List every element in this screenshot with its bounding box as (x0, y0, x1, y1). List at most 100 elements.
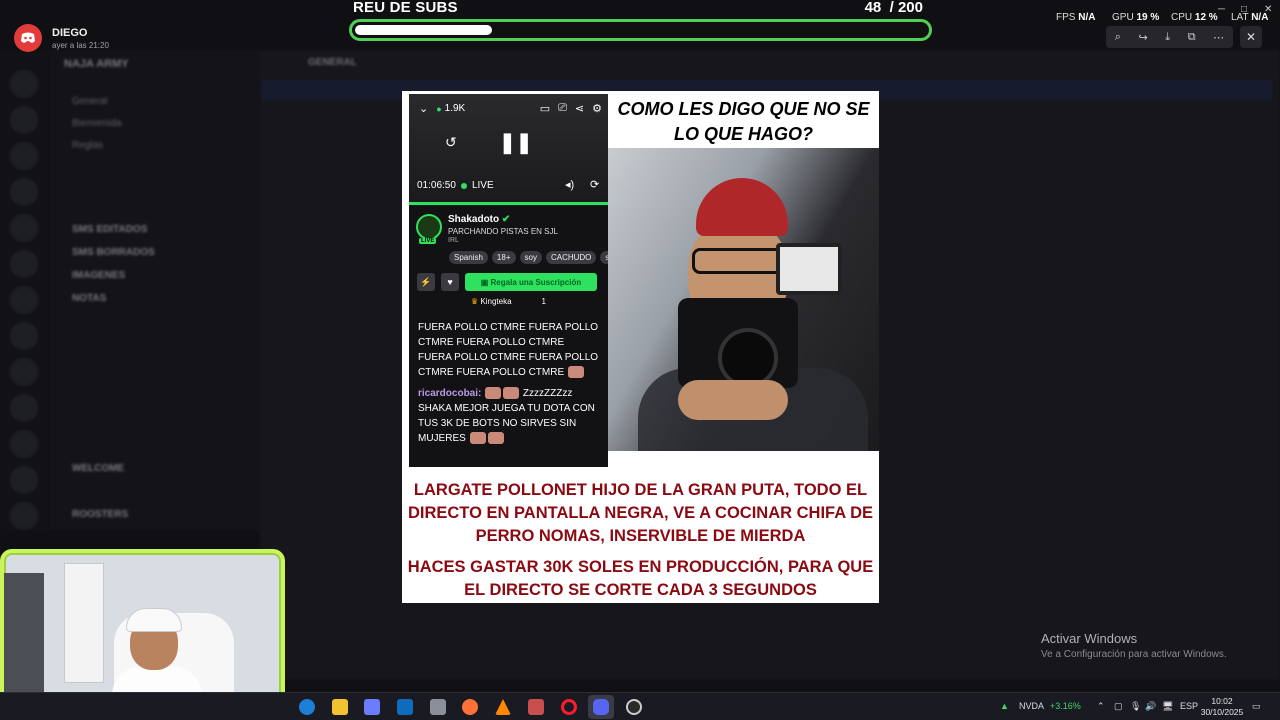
discord-notification[interactable]: DIEGO ayer a las 21:20 (14, 24, 109, 52)
volume-icon[interactable]: ◂) (565, 178, 574, 191)
chat-message: ricardocobai: ZzzzZZZzz SHAKA MEJOR JUEG… (418, 386, 600, 446)
channel-item[interactable]: IMAGENES (72, 270, 125, 281)
taskbar-clock[interactable]: 10:02 30/10/2025 (1200, 696, 1244, 718)
tag-chip[interactable]: CACHUDO (545, 251, 597, 264)
server-icon[interactable] (10, 358, 38, 386)
more-icon[interactable]: ⋯ (1213, 31, 1224, 44)
rotate-icon[interactable]: ⟳ (590, 178, 599, 191)
discord-icon (14, 24, 42, 52)
stream-actions: ⚡ ♥ ▣ Regala una Suscripción (417, 273, 597, 291)
opera-icon[interactable] (561, 699, 577, 715)
server-icon[interactable] (10, 466, 38, 494)
cast-icon[interactable]: ⎚ (558, 102, 567, 115)
mic-icon[interactable]: 🎙 (1130, 701, 1141, 712)
chevron-up-icon[interactable]: ⌃ (1097, 701, 1105, 712)
close-window-icon[interactable]: ✕ (1264, 4, 1272, 15)
share-icon[interactable]: ⋖ (575, 102, 584, 115)
server-icon[interactable] (10, 322, 38, 350)
channel-item[interactable]: General (72, 96, 108, 107)
clock-time: 10:02 (1211, 696, 1233, 706)
discord-taskbar-icon[interactable] (593, 699, 609, 715)
server-icon[interactable] (10, 430, 38, 458)
chat-messages: FUERA POLLO CTMRE FUERA POLLO CTMRE FUER… (418, 320, 600, 446)
emote-icon (469, 432, 486, 445)
pause-icon[interactable]: ❚❚ (499, 130, 533, 155)
stream-progress-line (409, 202, 608, 205)
pinned-user: Kingteka (480, 297, 512, 306)
meme-image: ⌄ ● 1.9K ▭ ⎚ ⋖ ⚙ ↺ ❚❚ 01:06:50 LIVE ◂) ⟳ (402, 91, 879, 603)
server-icon[interactable] (10, 106, 38, 134)
channel-item[interactable]: WELCOME (72, 463, 124, 474)
channel-item[interactable]: NOTAS (72, 293, 106, 304)
stock-symbol[interactable]: NVDA (1019, 701, 1044, 711)
stock-change: +3.16% (1050, 701, 1081, 711)
forward-icon[interactable]: ↪ (1139, 31, 1148, 44)
screen: NAJA ARMY General Bienvenida Reglas SMS … (0, 0, 1280, 720)
file-explorer-icon[interactable] (332, 699, 348, 715)
heart-icon[interactable]: ♥ (441, 273, 459, 291)
tag-chip[interactable]: soy (519, 251, 542, 264)
channel-item[interactable]: ROOSTERS (72, 509, 128, 520)
streamer-info[interactable]: LIVE Shakadoto ✔ PARCHANDO PISTAS EN SJL… (416, 214, 558, 244)
edge-icon[interactable] (299, 699, 315, 715)
server-icon[interactable] (10, 178, 38, 206)
emote-icon (487, 432, 504, 445)
meme-caption-bottom-2: HACES GASTAR 30K SOLES EN PRODUCCIÓN, PA… (407, 558, 874, 599)
close-icon[interactable]: ✕ (1240, 26, 1262, 48)
viewers-value: 1.9K (444, 103, 466, 114)
live-indicator: 01:06:50 LIVE (417, 180, 494, 191)
app-icon[interactable] (430, 699, 446, 715)
download-icon[interactable]: ⤓ (1165, 31, 1170, 44)
channel-item[interactable]: Reglas (72, 140, 103, 151)
vlc-icon[interactable] (495, 699, 511, 715)
theatre-icon[interactable]: ▭ (540, 102, 550, 115)
settings-icon[interactable]: ⚙ (592, 102, 602, 115)
server-icon[interactable] (10, 214, 38, 242)
gpu-value: 19 % (1136, 12, 1160, 23)
tray-app-icon[interactable]: ▢ (1114, 701, 1123, 712)
tag-chip[interactable]: Spanish (449, 251, 488, 264)
photo-light-panel (776, 243, 842, 295)
chat-username[interactable]: ricardocobai: (418, 388, 481, 399)
volume-tray-icon[interactable]: 🔊 (1145, 701, 1156, 712)
outlook-icon[interactable] (397, 699, 413, 715)
store-icon[interactable] (364, 699, 380, 715)
sub-goal-title: REU DE SUBS (353, 0, 458, 16)
network-icon[interactable]: 🖥 (1162, 701, 1173, 712)
channel-item[interactable]: SMS BORRADOS (72, 247, 155, 258)
obs-icon[interactable] (626, 699, 642, 715)
streamer-name[interactable]: Shakadoto (448, 214, 499, 225)
server-name[interactable]: NAJA ARMY (64, 58, 129, 70)
meme-caption-top: COMO LES DIGO QUE NO SE LO QUE HAGO? (617, 99, 870, 144)
channel-item[interactable]: Bienvenida (72, 118, 121, 129)
verified-icon: ✔ (501, 214, 511, 225)
photo-cap (696, 178, 788, 236)
gpu-readout: GPU 19 % (1112, 12, 1159, 23)
notifications-icon[interactable]: ▭ (1252, 701, 1261, 712)
server-icon[interactable] (10, 286, 38, 314)
server-icon[interactable] (10, 502, 38, 530)
tag-chip[interactable]: 18+ (491, 251, 516, 264)
server-icon[interactable] (10, 70, 38, 98)
channel-item[interactable]: SMS EDITADOS (72, 224, 147, 235)
viewers-icon: ● (436, 103, 442, 114)
gift-sub-button[interactable]: ▣ Regala una Suscripción (465, 273, 597, 291)
server-list (0, 50, 50, 530)
server-icon[interactable] (10, 142, 38, 170)
chevron-down-icon[interactable]: ⌄ (419, 102, 428, 115)
tag-chip[interactable]: si (600, 251, 608, 264)
zoom-icon[interactable]: ⌕ (1115, 31, 1121, 44)
mute-notifications-icon[interactable]: ⚡ (417, 273, 435, 291)
open-external-icon[interactable]: ⧉ (1188, 31, 1196, 44)
maximize-icon[interactable]: □ (1241, 4, 1247, 15)
stream-category[interactable]: IRL (448, 237, 558, 244)
firefox-icon[interactable] (462, 699, 478, 715)
gift-sub-label: Regala una Suscripción (490, 277, 582, 287)
rewind-30-icon[interactable]: ↺ (445, 134, 457, 151)
app-icon[interactable] (528, 699, 544, 715)
avatar[interactable]: LIVE (416, 214, 442, 244)
language-indicator[interactable]: ESP (1180, 701, 1198, 711)
server-icon[interactable] (10, 394, 38, 422)
minimize-icon[interactable]: ─ (1218, 4, 1225, 15)
server-icon[interactable] (10, 250, 38, 278)
